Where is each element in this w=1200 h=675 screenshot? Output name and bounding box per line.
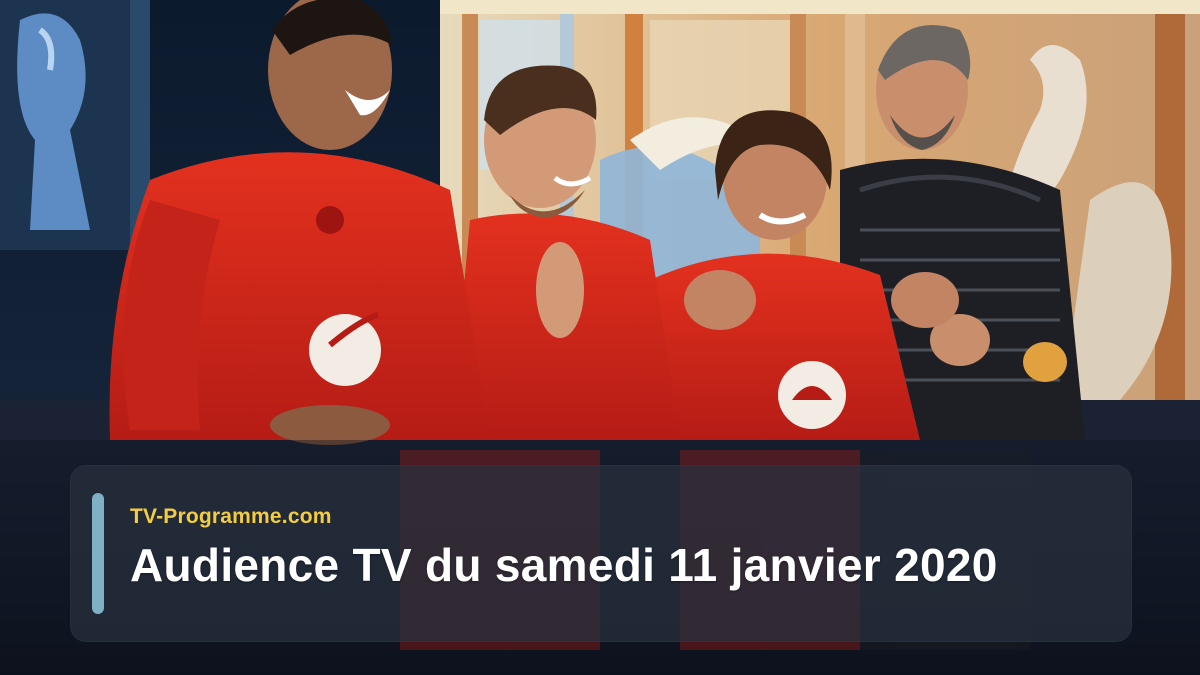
accent-bar xyxy=(92,493,104,614)
site-name[interactable]: TV-Programme.com xyxy=(130,505,332,529)
headline[interactable]: Audience TV du samedi 11 janvier 2020 xyxy=(130,538,998,592)
carousel-horse xyxy=(0,0,150,260)
